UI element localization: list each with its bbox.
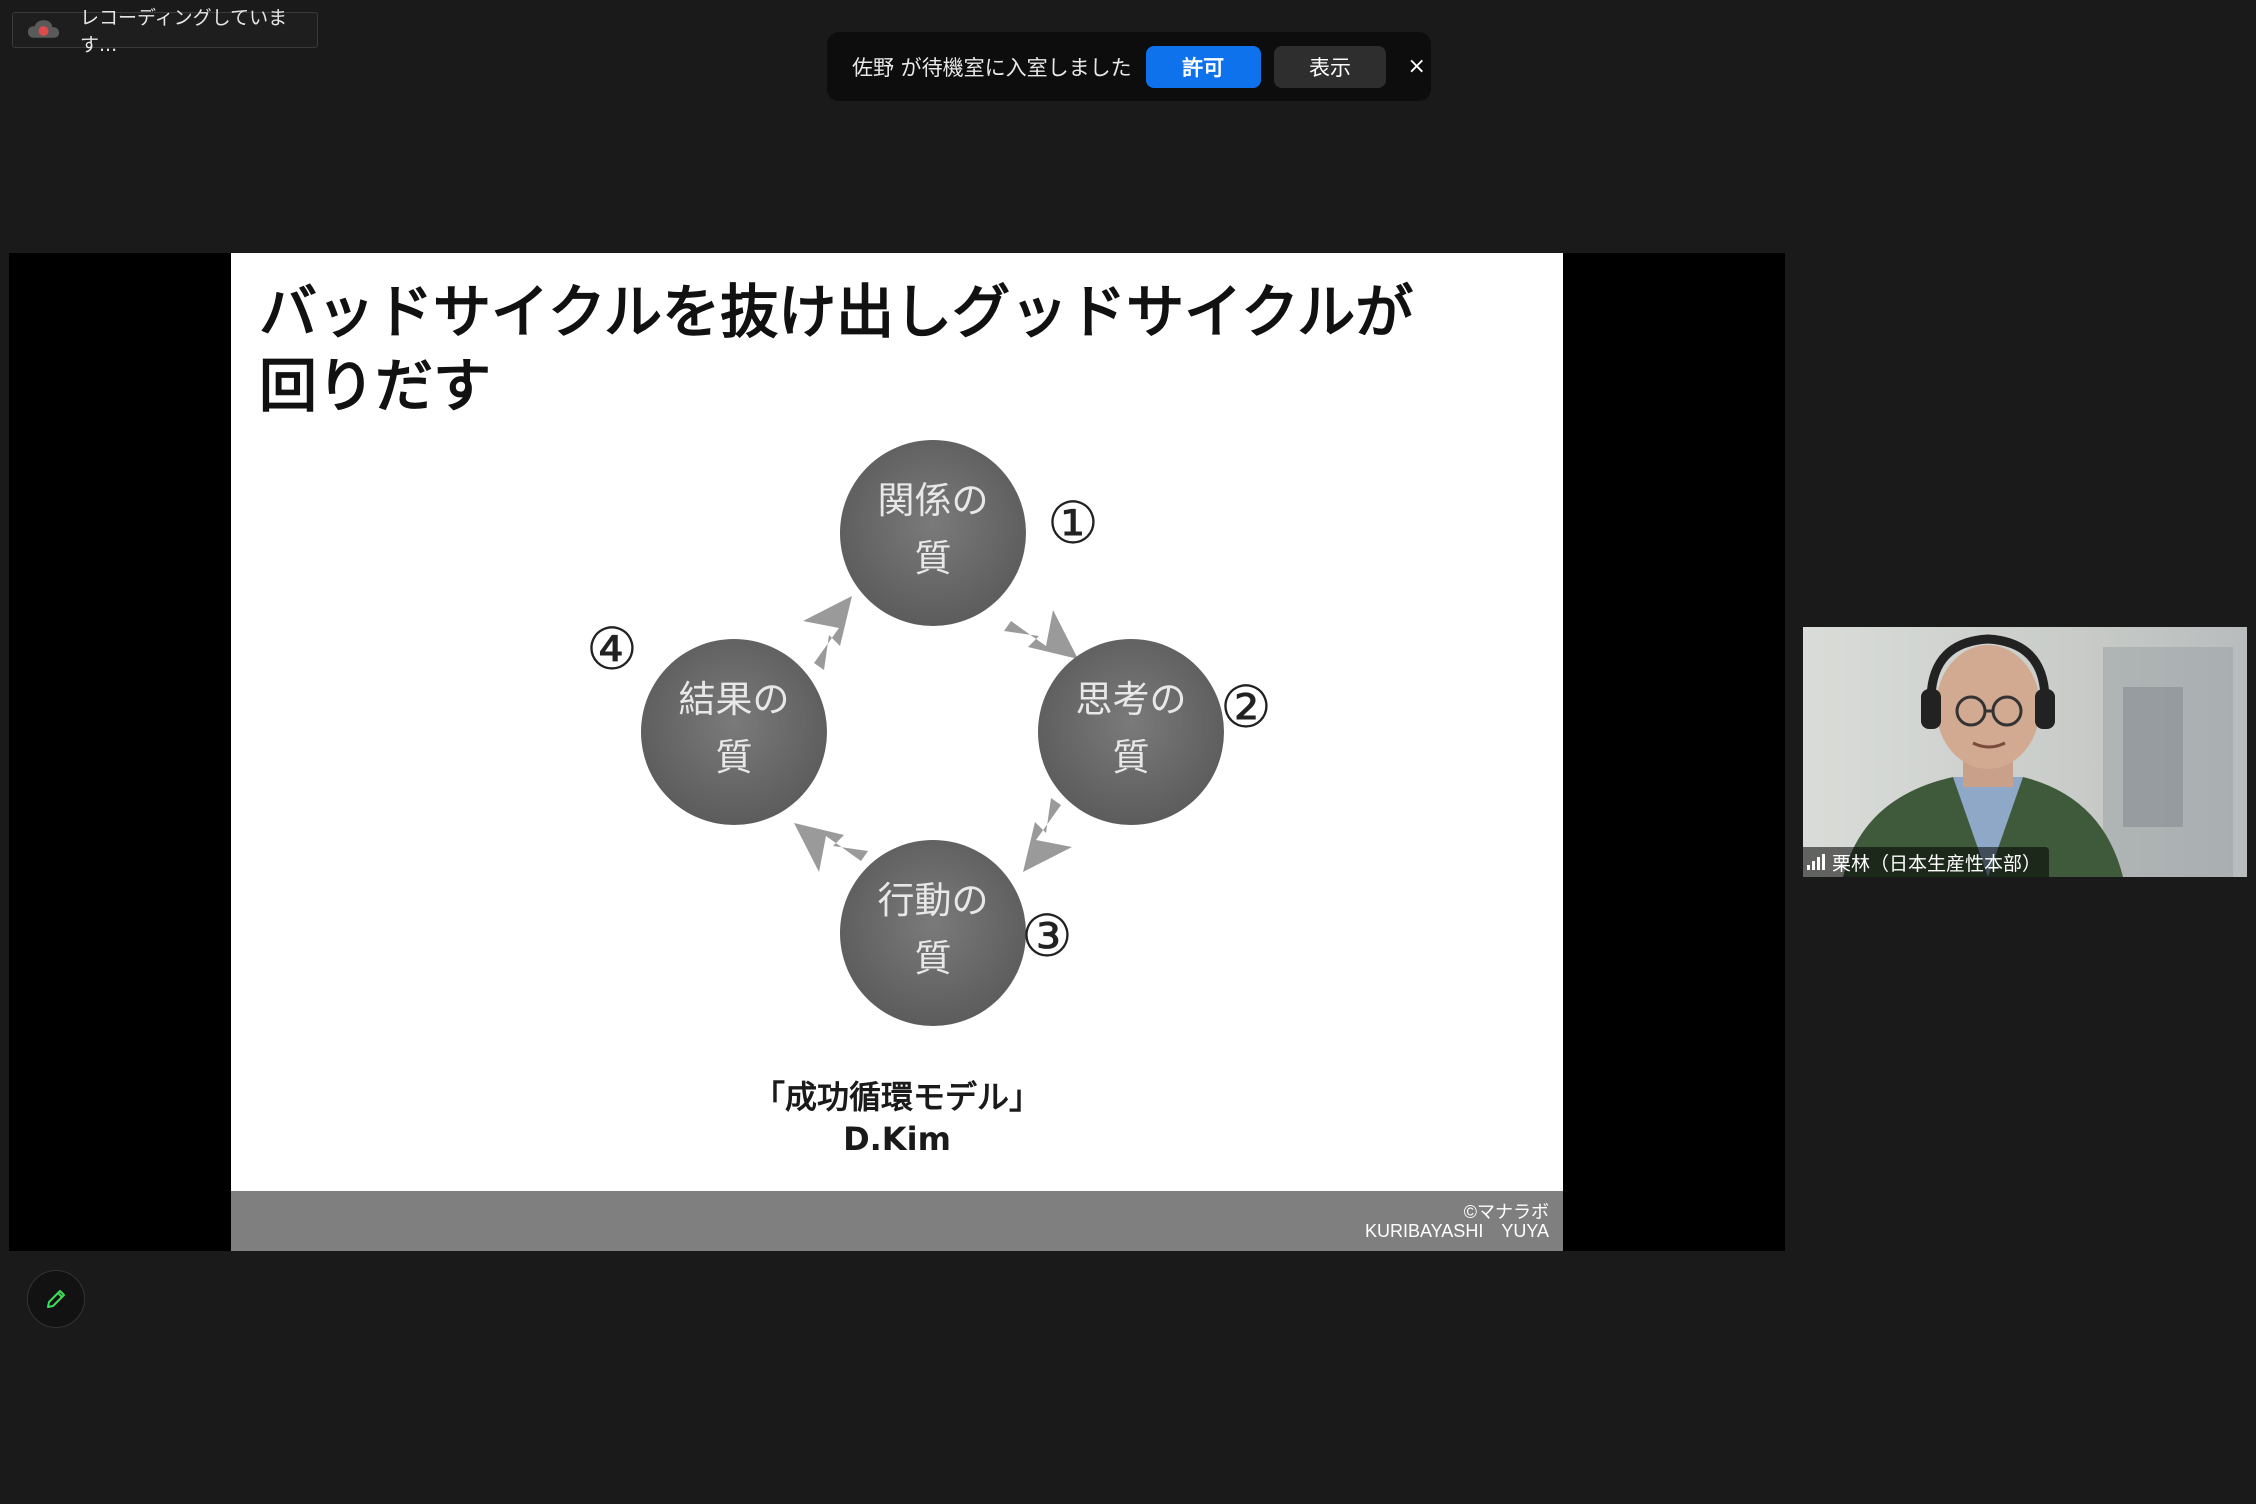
node-relationship: 関係の 質 ① — [840, 440, 1099, 626]
footer-copyright-line1: ©マナラボ — [1463, 1202, 1549, 1222]
node-thinking-line1: 思考の — [1076, 678, 1187, 721]
waiting-room-notification: 佐野 が待機室に入室しました 許可 表示 × — [827, 32, 1431, 101]
pencil-icon — [47, 1290, 65, 1308]
slide-caption: 「成功循環モデル」 D.Kim — [231, 1076, 1563, 1160]
participant-video[interactable]: 栗林（日本生産性本部） — [1803, 627, 2247, 877]
arrow-1-2 — [1004, 610, 1078, 659]
node-relationship-line2: 質 — [915, 537, 952, 580]
node-thinking-line2: 質 — [1113, 736, 1150, 779]
participant-name: 栗林（日本生産性本部） — [1832, 852, 2042, 875]
footer-copyright: ©マナラボ KURIBAYASHI YUYA — [1365, 1203, 1549, 1241]
waiting-room-message: 佐野 が待機室に入室しました — [852, 55, 1132, 80]
admit-button[interactable]: 許可 — [1145, 45, 1261, 88]
caption-model-name: 「成功循環モデル」 — [752, 1078, 1041, 1116]
signal-bars-icon — [1807, 854, 1825, 870]
node-thinking: 思考の 質 ② — [1038, 639, 1272, 825]
recording-label: レコーディングしています... — [80, 7, 288, 56]
node-relationship-number: ① — [1047, 489, 1099, 557]
caption-author: D.Kim — [843, 1120, 951, 1158]
node-action-line2: 質 — [915, 937, 952, 980]
node-result: 結果の 質 ④ — [586, 615, 827, 825]
arrow-4-1 — [803, 596, 852, 670]
shared-screen: バッドサイクルを抜け出しグッドサイクルが 回りだす 関係の 質 ① 思考の 質 … — [9, 253, 1785, 1251]
success-cycle-diagram: 関係の 質 ① 思考の 質 ② 行動の 質 ③ 結果の 質 ④ — [586, 440, 1272, 1026]
footer-copyright-line2: KURIBAYASHI YUYA — [1364, 1221, 1549, 1241]
node-result-line2: 質 — [716, 736, 753, 779]
close-icon[interactable]: × — [1402, 54, 1431, 79]
participant-video-frame — [1803, 627, 2247, 877]
node-action-line1: 行動の — [878, 879, 989, 922]
cycle-arrows — [794, 596, 1078, 872]
annotate-button[interactable] — [27, 1270, 85, 1328]
slide-footer: ©マナラボ KURIBAYASHI YUYA — [231, 1191, 1563, 1251]
recording-indicator[interactable]: レコーディングしています... — [12, 7, 318, 56]
participant-name-tag: 栗林（日本生産性本部） — [1803, 847, 2050, 877]
node-action-number: ③ — [1021, 902, 1073, 970]
node-result-line1: 結果の — [679, 678, 790, 721]
arrow-2-3 — [1023, 798, 1072, 872]
node-action: 行動の 質 ③ — [840, 840, 1073, 1026]
node-relationship-line1: 関係の — [878, 479, 989, 522]
view-waiting-room-button[interactable]: 表示 — [1273, 45, 1387, 88]
arrow-3-4 — [794, 823, 868, 872]
node-result-number: ④ — [586, 615, 638, 683]
presentation-slide: バッドサイクルを抜け出しグッドサイクルが 回りだす 関係の 質 ① 思考の 質 … — [231, 253, 1563, 1251]
node-thinking-number: ② — [1220, 673, 1272, 741]
cloud-record-icon — [27, 20, 60, 38]
